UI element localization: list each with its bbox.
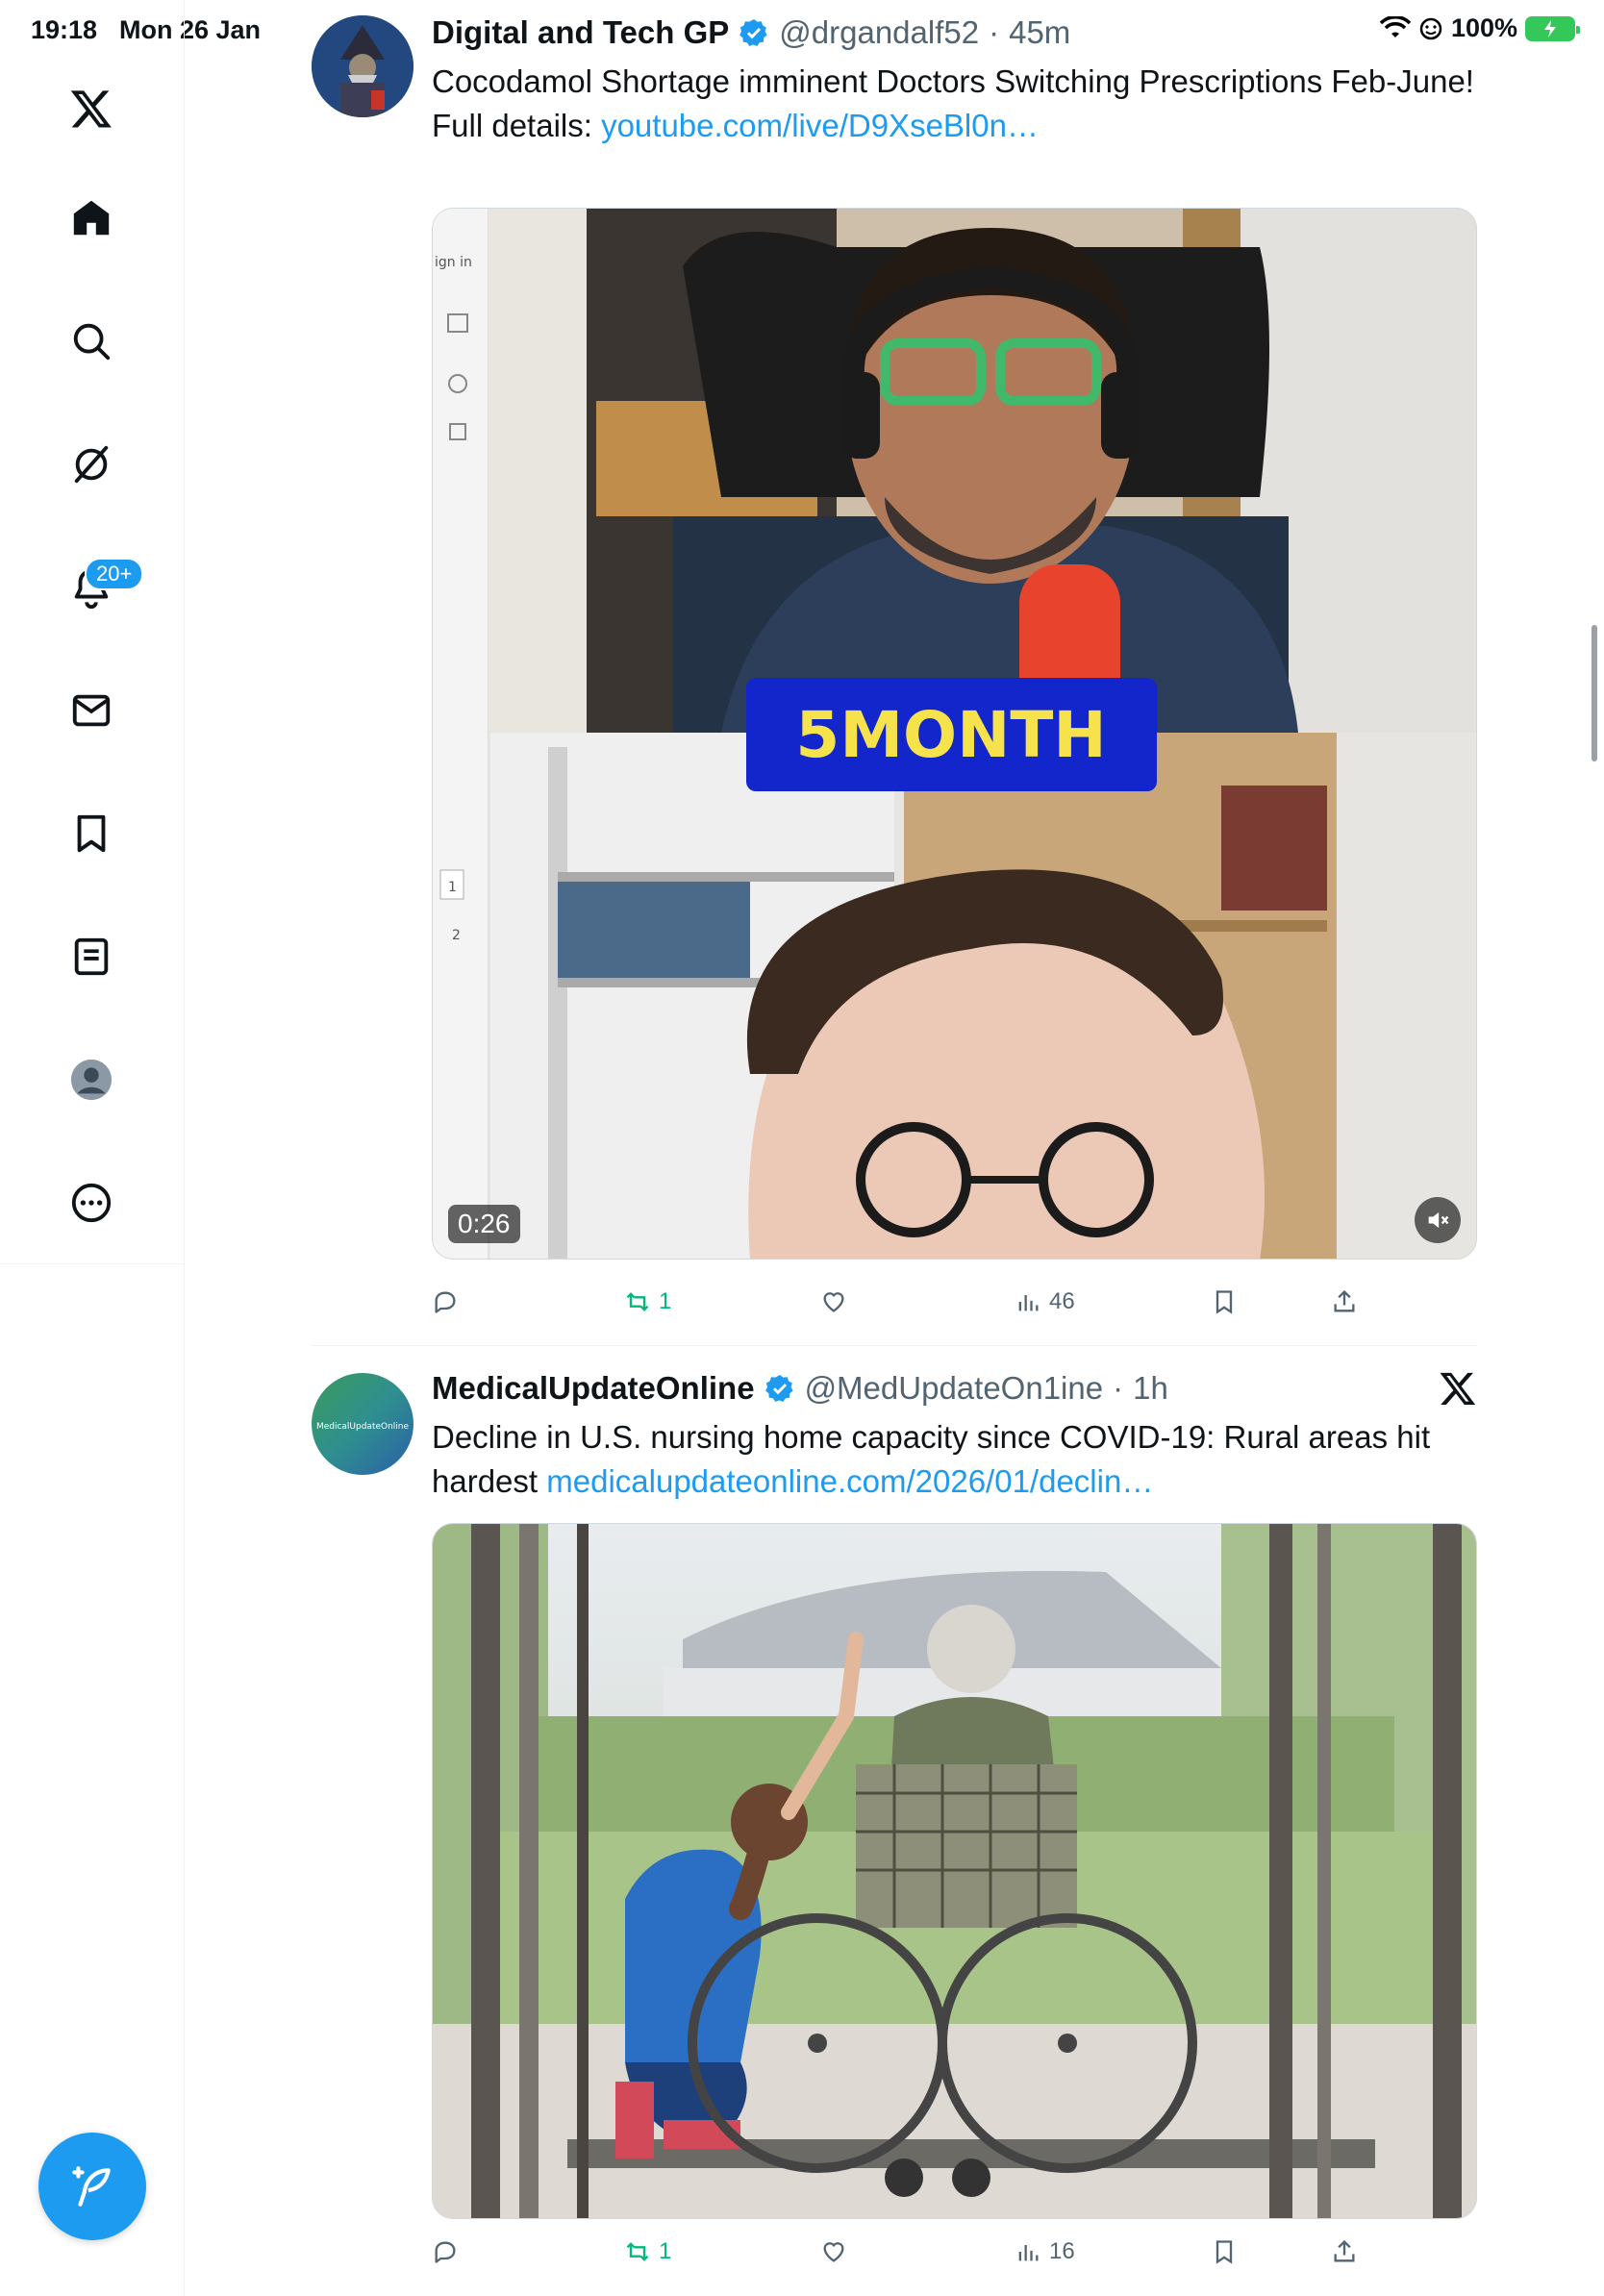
grok-icon[interactable]	[60, 433, 123, 496]
tweet-link[interactable]: youtube.com/live/D9XseBl0n…	[601, 108, 1039, 143]
video-overlay-caption: 5MONTH	[795, 698, 1106, 772]
tweet-timestamp[interactable]: 45m	[1009, 14, 1070, 51]
tweet-author-handle[interactable]: @MedUpdateOn1ine	[805, 1370, 1104, 1407]
tweet-separator: ·	[989, 14, 1000, 50]
x-logo-icon[interactable]	[60, 77, 123, 140]
tweet-avatar[interactable]: MedicalUpdateOnline	[312, 1373, 414, 1475]
bookmark-icon	[1216, 1290, 1233, 1314]
tweet-avatar[interactable]	[312, 15, 414, 117]
share-icon	[1334, 2239, 1355, 2262]
tweet-author-handle[interactable]: @drgandalf52	[779, 14, 979, 51]
browser-page-2: 2	[452, 928, 461, 943]
heart-icon	[823, 2242, 844, 2262]
tweet-header: Digital and Tech GP @drgandalf52 · 45m	[432, 13, 1477, 52]
tweet-text-body: Cocodamol Shortage imminent Doctors Swit…	[432, 63, 1474, 99]
reply-button[interactable]	[432, 1283, 466, 1321]
search-icon[interactable]	[60, 310, 123, 373]
share-button[interactable]	[1331, 1283, 1358, 1321]
tweet-text: Cocodamol Shortage imminent Doctors Swit…	[432, 60, 1477, 148]
bookmark-icon	[1216, 2240, 1233, 2264]
tweet-video[interactable]: ign in 1 2 5MONTH 0:26	[432, 208, 1477, 1260]
tweet-author-name[interactable]: MedicalUpdateOnline	[432, 1370, 755, 1407]
verified-badge-icon	[764, 1375, 793, 1402]
views-button[interactable]: 16	[1015, 2233, 1075, 2271]
reply-icon	[435, 2241, 456, 2263]
bookmark-button[interactable]	[1211, 2233, 1238, 2271]
like-button[interactable]	[820, 2233, 855, 2271]
tweet-author-name[interactable]: Digital and Tech GP	[432, 14, 729, 51]
compose-icon	[72, 2166, 111, 2207]
x-logo-icon[interactable]	[1439, 1369, 1477, 1408]
verified-badge-icon	[739, 19, 767, 46]
battery-icon	[1525, 15, 1580, 41]
tweet-2[interactable]: MedicalUpdateOnline MedicalUpdateOnline …	[312, 1369, 1477, 2296]
sidebar-divider	[0, 1263, 185, 1264]
messages-icon[interactable]	[60, 679, 123, 742]
tweet-text: Decline in U.S. nursing home capacity si…	[432, 1415, 1477, 1504]
video-thumbnail: ign in 1 2 5MONTH	[433, 209, 1476, 1259]
mute-button[interactable]	[1415, 1197, 1461, 1243]
views-icon	[1018, 2245, 1039, 2261]
retweet-button[interactable]: 1	[624, 1283, 671, 1321]
share-icon	[1334, 1289, 1355, 1312]
tweet-actions: 1 16	[432, 2233, 1477, 2271]
tweet-link[interactable]: medicalupdateonline.com/2026/01/declin…	[546, 1463, 1153, 1499]
like-button[interactable]	[820, 1283, 855, 1321]
tweet-header: MedicalUpdateOnline @MedUpdateOn1ine · 1…	[432, 1369, 1477, 1408]
profile-avatar-icon[interactable]	[60, 1048, 123, 1111]
compose-button[interactable]	[38, 2133, 146, 2240]
reply-button[interactable]	[432, 2233, 466, 2271]
sidebar: 20+	[0, 0, 185, 2296]
video-duration: 0:26	[448, 1205, 520, 1243]
tweet-image[interactable]	[432, 1523, 1477, 2219]
lists-icon[interactable]	[60, 925, 123, 988]
avatar-brand-text: MedicalUpdateOnline	[316, 1422, 410, 1432]
home-icon[interactable]	[60, 187, 123, 250]
bookmark-button[interactable]	[1211, 1283, 1238, 1321]
tweet-separator: ·	[1113, 1370, 1124, 1406]
views-count: 46	[1049, 1288, 1075, 1314]
tweet-timestamp[interactable]: 1h	[1133, 1370, 1168, 1407]
retweet-count: 1	[659, 2238, 672, 2264]
tweet-divider	[312, 1345, 1477, 1346]
retweet-icon	[626, 2242, 649, 2261]
notifications-badge: 20+	[85, 558, 144, 590]
reply-icon	[435, 1291, 456, 1313]
tweet-text-prefix: Full details:	[432, 108, 602, 143]
heart-icon	[823, 1292, 844, 1312]
photo-nursing-home	[433, 1524, 1476, 2218]
share-button[interactable]	[1331, 2233, 1358, 2271]
bookmarks-icon[interactable]	[60, 802, 123, 865]
retweet-count: 1	[659, 1288, 672, 1314]
more-icon[interactable]	[60, 1171, 123, 1235]
views-icon	[1018, 1295, 1039, 1311]
scroll-indicator[interactable]	[1591, 625, 1597, 761]
tweet-1[interactable]: Digital and Tech GP @drgandalf52 · 45m C…	[312, 13, 1477, 1340]
retweet-button[interactable]: 1	[624, 2233, 671, 2271]
tweet-actions: 1 46	[432, 1283, 1477, 1321]
retweet-icon	[626, 1292, 649, 1311]
mute-icon	[1428, 1211, 1449, 1229]
views-count: 16	[1049, 2238, 1075, 2264]
browser-page-1: 1	[448, 880, 457, 895]
browser-signin-label: ign in	[435, 255, 472, 270]
views-button[interactable]: 46	[1015, 1283, 1075, 1321]
